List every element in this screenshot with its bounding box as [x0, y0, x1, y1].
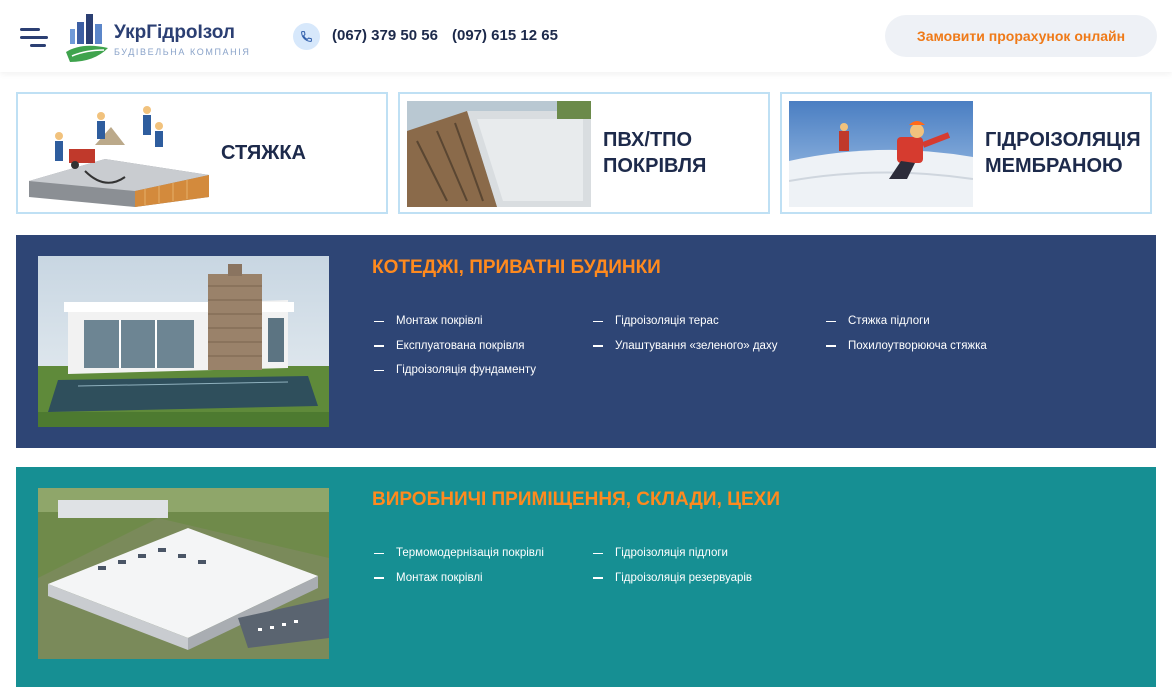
- service-link-label: Гідроізоляція терас: [615, 315, 719, 328]
- screed-workers-illustration: [25, 101, 209, 207]
- service-link[interactable]: Улаштування «зеленого» даху: [593, 334, 777, 359]
- industrial-building-aerial-photo[interactable]: [38, 488, 329, 659]
- membrane-worker-photo: [789, 101, 973, 207]
- logo[interactable]: УкрГідроІзол БУДІВЕЛЬНА КОМПАНІЯ: [64, 12, 254, 64]
- service-link[interactable]: Монтаж покрівлі: [374, 566, 544, 591]
- dash-icon: [374, 345, 384, 347]
- category-title: КОТЕДЖІ, ПРИВАТНІ БУДИНКИ: [372, 257, 661, 278]
- service-link[interactable]: Монтаж покрівлі: [374, 309, 536, 334]
- logo-subtitle: БУДІВЕЛЬНА КОМПАНІЯ: [114, 47, 251, 57]
- dash-icon: [374, 320, 384, 322]
- dash-icon: [593, 320, 603, 322]
- phone-link-2[interactable]: (097) 615 12 65: [452, 27, 558, 44]
- service-link[interactable]: Гідроізоляція резервуарів: [593, 566, 752, 591]
- service-label-pvc-roof: ПВХ/ТПО ПОКРІВЛЯ: [603, 129, 707, 177]
- category-block-cottages: КОТЕДЖІ, ПРИВАТНІ БУДИНКИ Монтаж покрівл…: [16, 235, 1156, 448]
- dash-icon: [593, 345, 603, 347]
- pvc-roof-photo: [407, 101, 591, 207]
- order-calculation-button[interactable]: Замовити прорахунок онлайн: [885, 15, 1157, 57]
- category-title: ВИРОБНИЧІ ПРИМІЩЕННЯ, СКЛАДИ, ЦЕХИ: [372, 489, 781, 510]
- service-link-label: Термомодернізація покрівлі: [396, 547, 544, 560]
- service-card-screed[interactable]: СТЯЖКА: [16, 92, 388, 214]
- logo-title: УкрГідроІзол: [114, 22, 235, 43]
- dash-icon: [593, 552, 603, 554]
- service-link[interactable]: Гідроізоляція фундаменту: [374, 358, 536, 383]
- dash-icon: [374, 552, 384, 554]
- service-card-pvc-roof[interactable]: ПВХ/ТПО ПОКРІВЛЯ: [398, 92, 770, 214]
- service-link-label: Монтаж покрівлі: [396, 315, 483, 328]
- site-header: УкрГідроІзол БУДІВЕЛЬНА КОМПАНІЯ (067) 3…: [0, 0, 1172, 72]
- service-link-label: Гідроізоляція резервуарів: [615, 571, 753, 584]
- phone-icon[interactable]: [293, 23, 320, 50]
- service-label-membrane: ГІДРОІЗОЛЯЦІЯ МЕМБРАНОЮ: [985, 129, 1141, 177]
- service-link-label: Гідроізоляція підлоги: [615, 547, 728, 560]
- dash-icon: [593, 577, 603, 579]
- service-label-screed: СТЯЖКА: [221, 142, 306, 164]
- dash-icon: [374, 577, 384, 579]
- phone-link-1[interactable]: (067) 379 50 56: [332, 27, 438, 44]
- service-card-membrane[interactable]: ГІДРОІЗОЛЯЦІЯ МЕМБРАНОЮ: [780, 92, 1152, 214]
- dash-icon: [826, 345, 836, 347]
- logo-icon: [66, 14, 108, 62]
- category-block-industrial: ВИРОБНИЧІ ПРИМІЩЕННЯ, СКЛАДИ, ЦЕХИ Термо…: [16, 467, 1156, 687]
- service-link[interactable]: Похилоутворююча стяжка: [826, 334, 987, 359]
- services-column-3: Стяжка підлоги Похилоутворююча стяжка: [826, 309, 987, 358]
- service-link-label: Гідроізоляція фундаменту: [396, 364, 536, 377]
- service-link-label: Монтаж покрівлі: [396, 571, 483, 584]
- dash-icon: [374, 369, 384, 371]
- services-column-1: Монтаж покрівлі Експлуатована покрівля Г…: [374, 309, 536, 383]
- service-link[interactable]: Експлуатована покрівля: [374, 334, 536, 359]
- service-link-label: Похилоутворююча стяжка: [848, 339, 987, 352]
- services-column-1: Термомодернізація покрівлі Монтаж покрів…: [374, 541, 544, 590]
- service-link-label: Стяжка підлоги: [848, 315, 930, 328]
- modern-house-photo[interactable]: [38, 256, 329, 427]
- service-link[interactable]: Гідроізоляція підлоги: [593, 541, 752, 566]
- menu-icon[interactable]: [20, 27, 48, 47]
- service-link-label: Улаштування «зеленого» даху: [615, 339, 778, 352]
- dash-icon: [826, 320, 836, 322]
- service-link[interactable]: Стяжка підлоги: [826, 309, 987, 334]
- service-link[interactable]: Термомодернізація покрівлі: [374, 541, 544, 566]
- services-column-2: Гідроізоляція підлоги Гідроізоляція резе…: [593, 541, 752, 590]
- services-column-2: Гідроізоляція терас Улаштування «зеленог…: [593, 309, 777, 358]
- service-link[interactable]: Гідроізоляція терас: [593, 309, 777, 334]
- service-link-label: Експлуатована покрівля: [396, 339, 525, 352]
